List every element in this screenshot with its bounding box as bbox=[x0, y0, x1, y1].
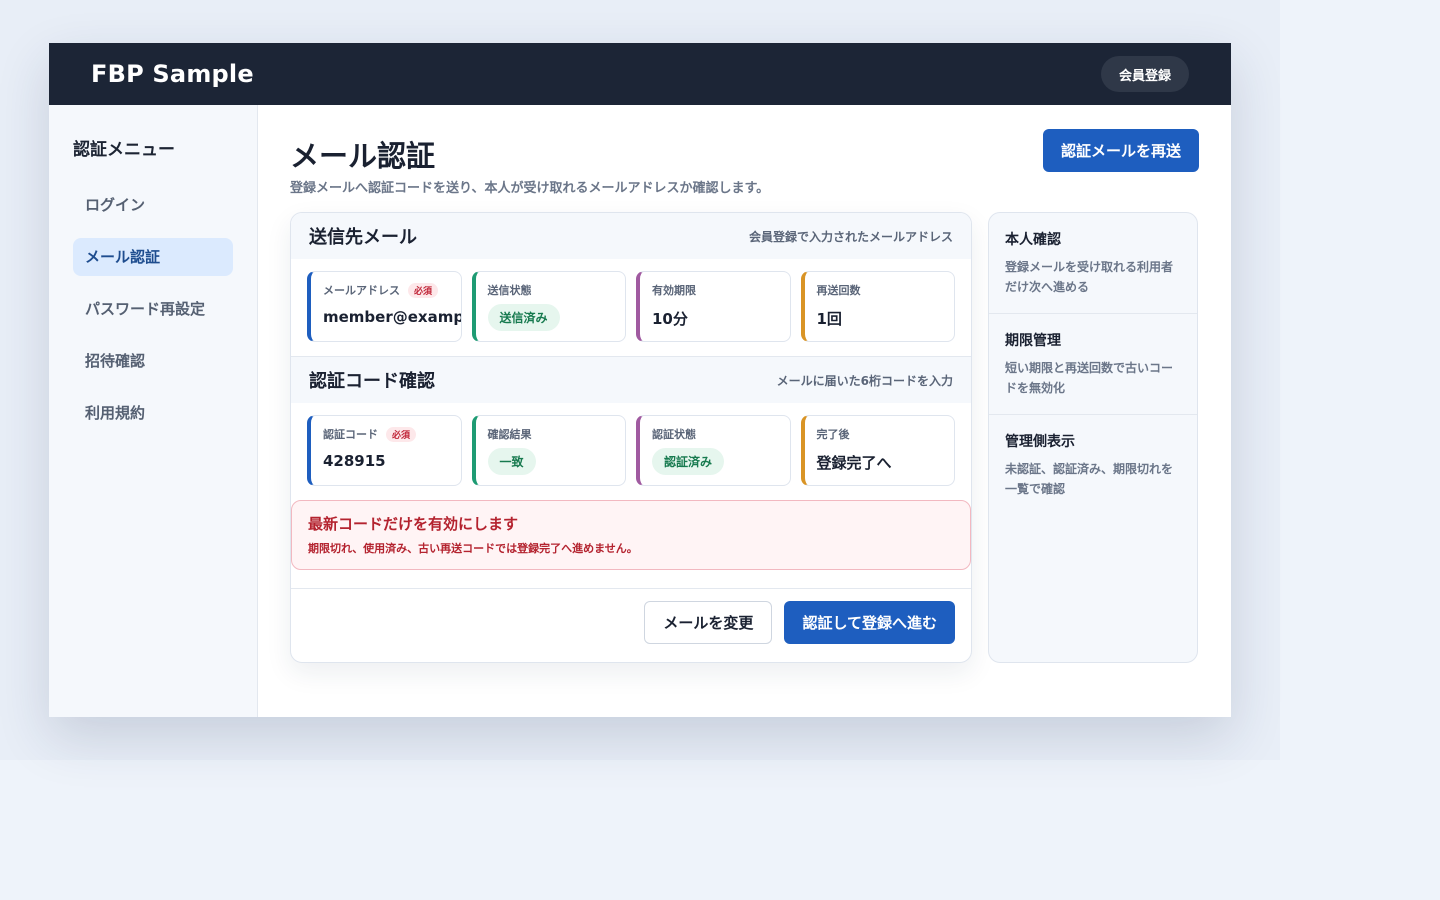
page-header: メール認証 登録メールへ認証コードを送り、本人が受け取れるメールアドレスか確認し… bbox=[290, 129, 1199, 196]
alert-body: 期限切れ、使用済み、古い再送コードでは登録完了へ進めません。 bbox=[308, 542, 638, 555]
field-row: メールアドレス 必須 member@example.com 送信状態 送信済み … bbox=[291, 259, 971, 356]
field-label: 認証状態 bbox=[652, 428, 696, 441]
section-title: 認証コード確認 bbox=[309, 371, 435, 392]
alert-title: 最新コードだけを有効にします bbox=[308, 515, 519, 533]
after-completion-field: 完了後 登録完了へ bbox=[800, 415, 955, 486]
email-value: member@example.com bbox=[323, 308, 461, 326]
status-badge: 一致 bbox=[487, 448, 536, 475]
info-item: 管理側表示 未認証、認証済み、期限切れを一覧で確認 bbox=[989, 415, 1197, 515]
expiry-field: 有効期限 10分 bbox=[636, 271, 791, 342]
register-button[interactable]: 会員登録 bbox=[1100, 56, 1189, 92]
section-header: 認証コード確認 メールに届いた6桁コードを入力 bbox=[291, 357, 971, 403]
sidebar-item-email-verification[interactable]: メール認証 bbox=[73, 238, 233, 276]
info-title: 本人確認 bbox=[1005, 232, 1061, 248]
field-label-row: 認証コード 必須 bbox=[323, 426, 449, 442]
section-note: 会員登録で入力されたメールアドレス bbox=[748, 229, 953, 244]
field-label: メールアドレス bbox=[323, 284, 400, 297]
sidebar-title: 認証メニュー bbox=[73, 140, 175, 160]
warning-alert: 最新コードだけを有効にします 期限切れ、使用済み、古い再送コードでは登録完了へ進… bbox=[291, 500, 971, 570]
sidebar-item-terms[interactable]: 利用規約 bbox=[73, 394, 233, 432]
info-title: 管理側表示 bbox=[1005, 434, 1075, 450]
required-badge: 必須 bbox=[408, 282, 439, 298]
card-footer: メールを変更 認証して登録へ進む bbox=[291, 588, 971, 657]
field-row: 認証コード 必須 428915 確認結果 一致 認証状態 認証済み 完了後 登録… bbox=[291, 403, 971, 500]
resend-count-value: 1回 bbox=[816, 310, 842, 328]
content-row: 送信先メール 会員登録で入力されたメールアドレス メールアドレス 必須 memb… bbox=[290, 212, 1199, 663]
app-body: 認証メニュー ログイン メール認証 パスワード再設定 招待確認 利用規約 メール… bbox=[49, 105, 1231, 717]
sidebar-item-login[interactable]: ログイン bbox=[73, 186, 233, 224]
section-note: メールに届いた6桁コードを入力 bbox=[776, 373, 953, 388]
info-body: 登録メールを受け取れる利用者だけ次へ進める bbox=[1005, 260, 1174, 294]
required-badge: 必須 bbox=[386, 426, 417, 442]
field-label: 有効期限 bbox=[652, 284, 696, 297]
field-label: 再送回数 bbox=[816, 284, 861, 297]
info-panel: 本人確認 登録メールを受け取れる利用者だけ次へ進める 期限管理 短い期限と再送回… bbox=[988, 212, 1198, 663]
send-status-field: 送信状態 送信済み bbox=[471, 271, 626, 342]
page-subtitle: 登録メールへ認証コードを送り、本人が受け取れるメールアドレスか確認します。 bbox=[290, 181, 770, 196]
field-label: 完了後 bbox=[816, 428, 850, 441]
field-label-row: メールアドレス 必須 bbox=[323, 282, 449, 298]
brand-logo[interactable]: FBP Sample bbox=[91, 60, 254, 88]
verification-code-field[interactable]: 認証コード 必須 428915 bbox=[307, 415, 462, 486]
status-badge: 認証済み bbox=[652, 448, 725, 475]
resend-email-button[interactable]: 認証メールを再送 bbox=[1042, 129, 1199, 172]
main-content: メール認証 登録メールへ認証コードを送り、本人が受け取れるメールアドレスか確認し… bbox=[258, 105, 1231, 717]
expiry-value: 10分 bbox=[652, 310, 688, 328]
sidebar-item-invite-confirm[interactable]: 招待確認 bbox=[73, 342, 233, 380]
check-result-field: 確認結果 一致 bbox=[471, 415, 626, 486]
info-item: 本人確認 登録メールを受け取れる利用者だけ次へ進める bbox=[989, 213, 1197, 314]
status-badge: 送信済み bbox=[487, 304, 560, 331]
change-email-button[interactable]: メールを変更 bbox=[644, 601, 773, 644]
field-label: 送信状態 bbox=[487, 284, 532, 297]
section-header: 送信先メール 会員登録で入力されたメールアドレス bbox=[291, 213, 971, 259]
after-completion-value: 登録完了へ bbox=[816, 454, 892, 472]
verification-code-value: 428915 bbox=[323, 452, 386, 470]
verification-card: 送信先メール 会員登録で入力されたメールアドレス メールアドレス 必須 memb… bbox=[290, 212, 972, 663]
field-label: 確認結果 bbox=[487, 428, 532, 441]
verify-and-register-button[interactable]: 認証して登録へ進む bbox=[784, 601, 955, 644]
field-label: 認証コード bbox=[323, 428, 378, 441]
sidebar-item-password-reset[interactable]: パスワード再設定 bbox=[73, 290, 233, 328]
email-field[interactable]: メールアドレス 必須 member@example.com bbox=[307, 271, 462, 342]
page-title: メール認証 bbox=[290, 139, 436, 173]
resend-count-field: 再送回数 1回 bbox=[800, 271, 955, 342]
info-body: 未認証、認証済み、期限切れを一覧で確認 bbox=[1005, 462, 1174, 496]
info-item: 期限管理 短い期限と再送回数で古いコードを無効化 bbox=[989, 314, 1197, 415]
app-window: FBP Sample 会員登録 認証メニュー ログイン メール認証 パスワード再… bbox=[49, 43, 1231, 717]
section-title: 送信先メール bbox=[309, 227, 417, 248]
info-title: 期限管理 bbox=[1005, 333, 1061, 349]
top-bar: FBP Sample 会員登録 bbox=[49, 43, 1231, 105]
sidebar: 認証メニュー ログイン メール認証 パスワード再設定 招待確認 利用規約 bbox=[49, 105, 258, 717]
info-body: 短い期限と再送回数で古いコードを無効化 bbox=[1005, 361, 1174, 395]
auth-status-field: 認証状態 認証済み bbox=[636, 415, 791, 486]
